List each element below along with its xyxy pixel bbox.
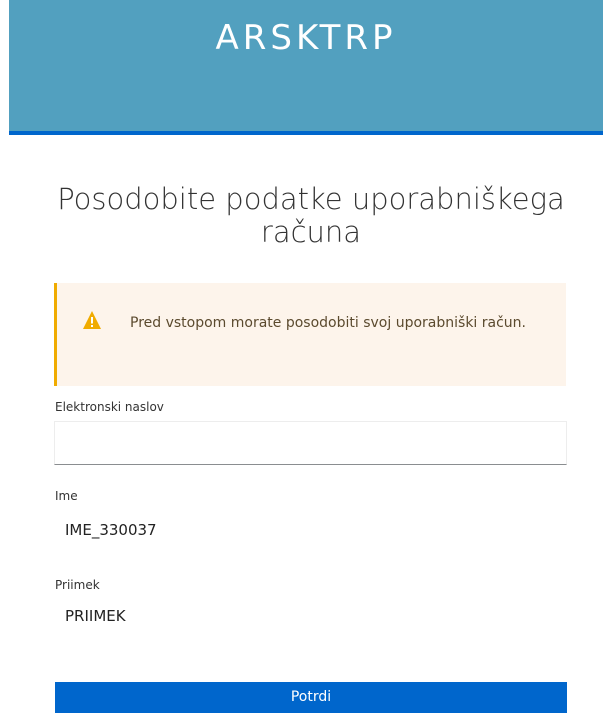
email-field[interactable] [54,421,567,465]
submit-button[interactable]: Potrdi [55,682,567,713]
first-name-value: IME_330037 [65,521,157,539]
warning-icon [83,311,101,329]
last-name-label: Priimek [55,578,100,592]
brand-title: ARSKTRP [215,18,397,58]
alert-message: Pred vstopom morate posodobiti svoj upor… [130,315,526,331]
warning-alert: Pred vstopom morate posodobiti svoj upor… [54,283,566,386]
last-name-value: PRIIMEK [65,607,126,625]
header-banner: ARSKTRP [9,0,603,135]
first-name-label: Ime [55,489,78,503]
email-label: Elektronski naslov [55,400,164,414]
page-title: Posodobite podatke uporabniškega računa [57,182,565,249]
